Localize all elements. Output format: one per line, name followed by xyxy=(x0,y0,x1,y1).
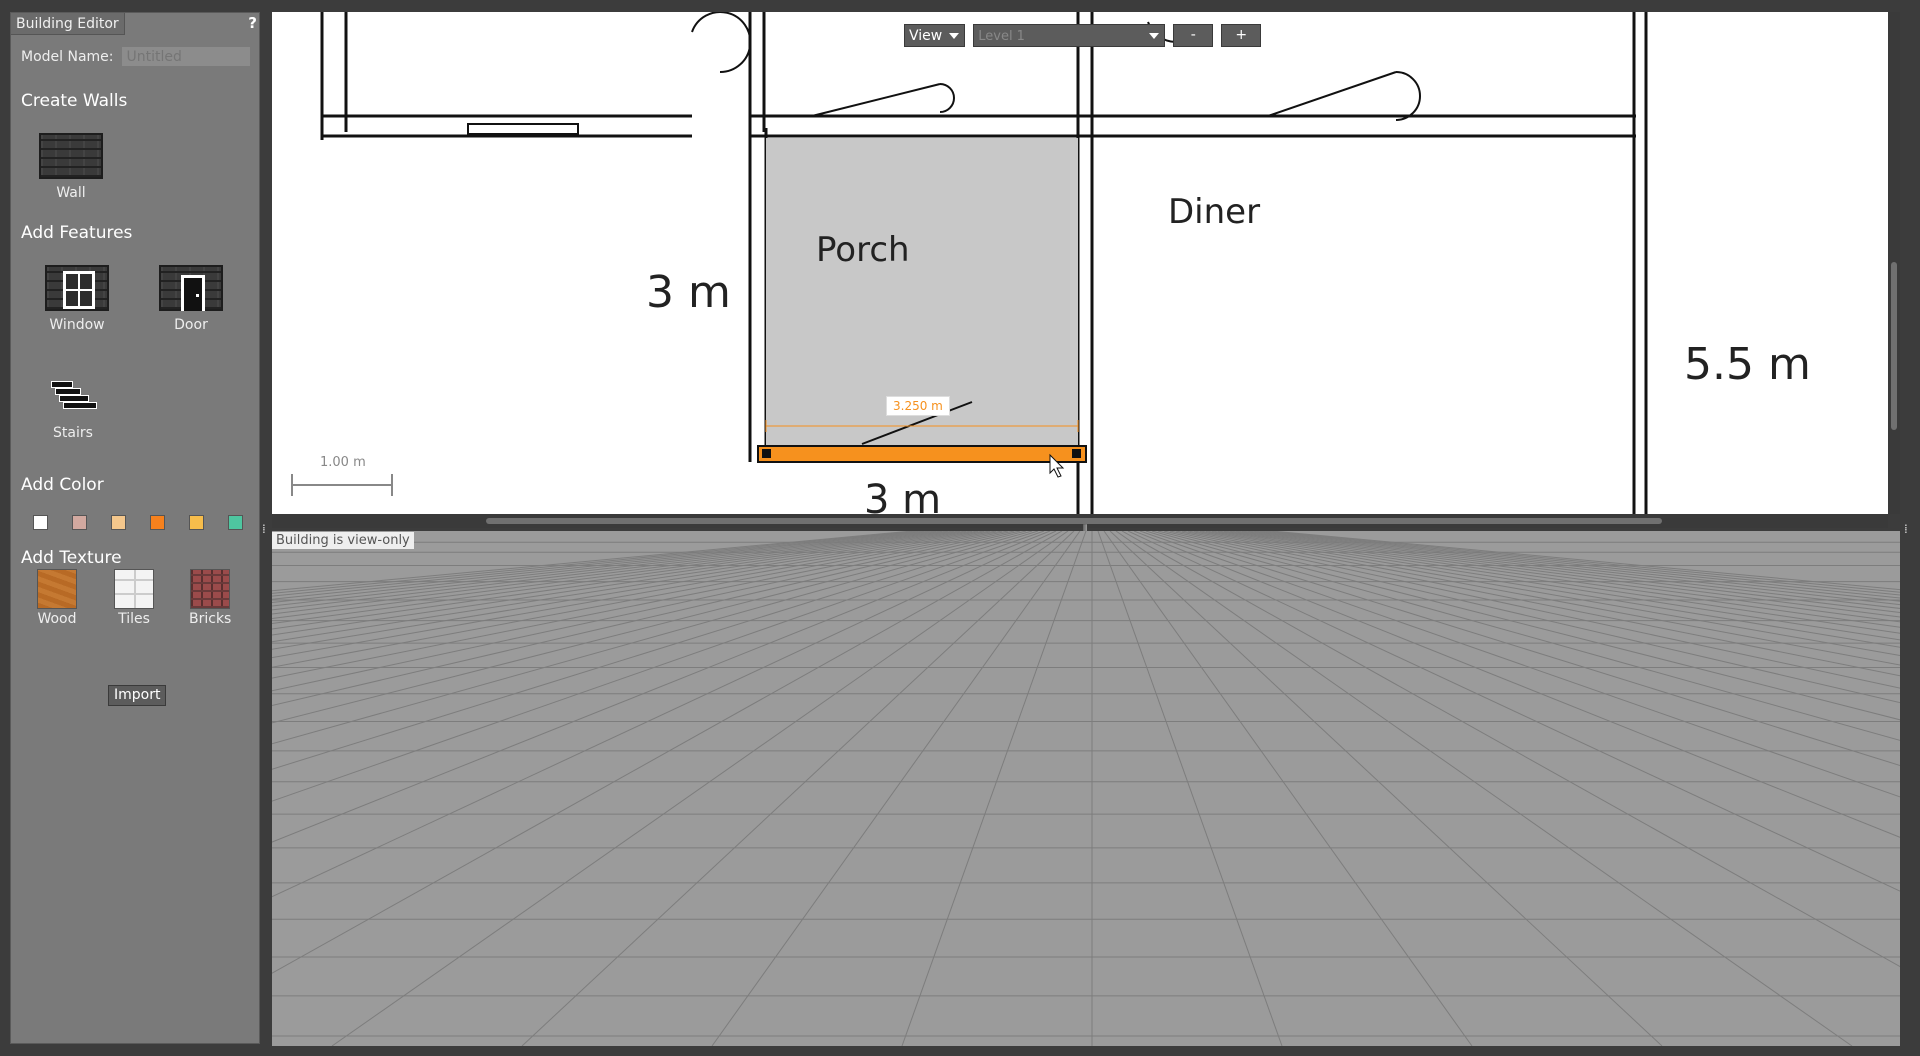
door-label: Door xyxy=(174,317,208,333)
bricks-texture-button[interactable]: Bricks xyxy=(189,569,231,627)
wall-label: Wall xyxy=(56,185,86,201)
window-icon xyxy=(45,265,109,311)
wood-texture-button[interactable]: Wood xyxy=(37,569,77,627)
scrollbar-thumb[interactable] xyxy=(486,518,1662,524)
view-dropdown-label: View xyxy=(909,28,943,44)
selected-wall[interactable] xyxy=(757,445,1087,463)
left-grip-icon[interactable]: ⁞ xyxy=(262,522,266,536)
stairs-button[interactable]: Stairs xyxy=(49,377,97,441)
wall-icon xyxy=(39,133,103,179)
stairs-label: Stairs xyxy=(53,425,93,441)
zoom-out-button[interactable]: - xyxy=(1173,24,1214,47)
door-button[interactable]: Door xyxy=(159,265,223,333)
add-features-heading: Add Features xyxy=(21,223,133,243)
view-dropdown[interactable]: View xyxy=(904,24,966,47)
plan-horizontal-scrollbar[interactable] xyxy=(272,514,1888,528)
wall-handle-end[interactable] xyxy=(1072,449,1081,458)
wood-texture-icon xyxy=(37,569,77,609)
dim-left-label: 3 m xyxy=(646,267,731,318)
bricks-label: Bricks xyxy=(189,611,232,627)
color-swatch-tan[interactable] xyxy=(111,515,126,530)
color-swatch-white[interactable] xyxy=(33,515,48,530)
model-name-row: Model Name: xyxy=(21,47,250,66)
scale-label: 1.00 m xyxy=(320,455,366,470)
porch-label: Porch xyxy=(816,230,910,270)
floor-plan-drawing xyxy=(291,12,1648,514)
dim-bottom-label: 3 m xyxy=(864,477,942,514)
bricks-texture-icon xyxy=(190,569,231,609)
create-walls-heading: Create Walls xyxy=(21,91,128,111)
add-texture-heading: Add Texture xyxy=(21,548,122,568)
view-only-status: Building is view-only xyxy=(272,532,414,549)
help-icon[interactable]: ? xyxy=(248,14,257,32)
window-button[interactable]: Window xyxy=(45,265,109,333)
add-color-heading: Add Color xyxy=(21,475,104,495)
wall-button[interactable]: Wall xyxy=(39,133,103,201)
color-swatch-orange[interactable] xyxy=(150,515,165,530)
door-icon xyxy=(159,265,223,311)
plan-vertical-scrollbar[interactable] xyxy=(1888,12,1900,514)
stairs-icon xyxy=(49,377,97,413)
model-name-input[interactable] xyxy=(121,47,250,66)
diner-label: Diner xyxy=(1168,192,1261,232)
tiles-texture-button[interactable]: Tiles xyxy=(114,569,154,627)
import-button[interactable]: Import xyxy=(108,685,167,706)
chevron-down-icon xyxy=(1149,33,1160,39)
color-swatch-green[interactable] xyxy=(228,515,243,530)
color-swatch-yellow[interactable] xyxy=(189,515,204,530)
dim-right-label: 5.5 m xyxy=(1684,339,1811,390)
color-swatch-pink[interactable] xyxy=(72,515,87,530)
building-editor-palette: Building Editor ? Model Name: Create Wal… xyxy=(10,12,260,1044)
tiles-texture-icon xyxy=(114,569,154,609)
plan-toolbar: View Level 1 - + xyxy=(904,24,1262,47)
floor-plan-view[interactable]: Porch Diner 3 m 5.5 m 3 m 3.250 m 1.00 m… xyxy=(272,12,1888,514)
wall-length-label: 3.250 m xyxy=(886,396,950,416)
chevron-down-icon xyxy=(949,33,960,39)
tiles-label: Tiles xyxy=(118,611,150,627)
model-name-label: Model Name: xyxy=(21,48,114,65)
zoom-in-button[interactable]: + xyxy=(1221,24,1262,47)
palette-tab[interactable]: Building Editor xyxy=(11,13,125,35)
window-label: Window xyxy=(49,317,105,333)
level-dropdown[interactable]: Level 1 xyxy=(973,24,1166,47)
ground-grid xyxy=(272,531,1900,1046)
wall-handle-start[interactable] xyxy=(762,449,771,458)
scrollbar-thumb[interactable] xyxy=(1891,262,1897,430)
3d-scene-view[interactable] xyxy=(272,531,1900,1046)
wood-label: Wood xyxy=(37,611,77,627)
level-dropdown-label: Level 1 xyxy=(978,29,1025,44)
right-grip-icon[interactable]: ⁞ xyxy=(1904,522,1908,536)
